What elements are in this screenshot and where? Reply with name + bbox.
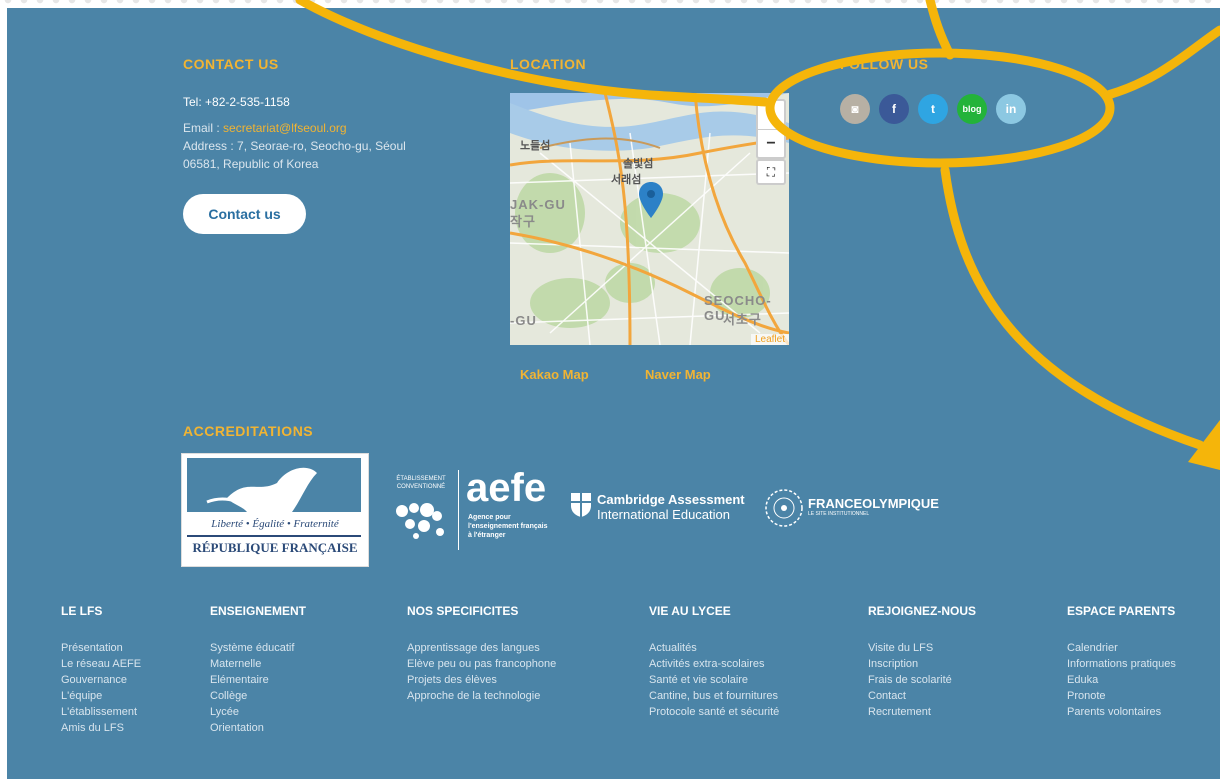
- map-pin-icon[interactable]: [639, 182, 663, 218]
- world-map-icon: [396, 503, 444, 539]
- top-dotted-border: [0, 0, 1220, 8]
- footer-link[interactable]: Frais de scolarité: [868, 672, 952, 688]
- follow-heading: FOLLOW US: [840, 56, 929, 72]
- twitter-icon[interactable]: t: [918, 94, 948, 124]
- footer-link[interactable]: Inscription: [868, 656, 952, 672]
- footer-link[interactable]: Eduka: [1067, 672, 1176, 688]
- footer-col-title-vie-au-lycee[interactable]: VIE AU LYCEE: [649, 604, 731, 618]
- footer-link[interactable]: Calendrier: [1067, 640, 1176, 656]
- franceolympique-logo[interactable]: FRANCEOLYMPIQUE LE SITE INSTITUTIONNEL: [764, 486, 944, 536]
- map-label-jakgu-kr: 작구: [510, 214, 536, 229]
- footer-link[interactable]: Le réseau AEFE: [61, 656, 141, 672]
- map-label-gu: -GU: [510, 313, 537, 328]
- map-label-nodeulseom: 노들섬: [520, 140, 551, 152]
- footer-link[interactable]: Présentation: [61, 640, 141, 656]
- republique-francaise-logo[interactable]: Liberté • Égalité • Fraternité RÉPUBLIQU…: [181, 453, 369, 567]
- leaflet-attribution[interactable]: Leaflet: [750, 334, 789, 345]
- fullscreen-icon[interactable]: ⛶: [756, 159, 786, 185]
- map-label-seocho-kr: 서초구: [723, 312, 762, 327]
- footer-link[interactable]: Recrutement: [868, 704, 952, 720]
- footer-link[interactable]: Orientation: [210, 720, 294, 736]
- footer-col-title-rejoignez-nous[interactable]: REJOIGNEZ-NOUS: [868, 604, 976, 618]
- aefe-sub3: à l'étranger: [468, 532, 506, 539]
- footer-link[interactable]: Elève peu ou pas francophone: [407, 656, 556, 672]
- aefe-wordmark: aefe: [466, 466, 547, 510]
- footer-col-title-lelfs[interactable]: LE LFS: [61, 604, 102, 618]
- footer-link[interactable]: Contact: [868, 688, 952, 704]
- footer-link[interactable]: Amis du LFS: [61, 720, 141, 736]
- footer-link[interactable]: Cantine, bus et fournitures: [649, 688, 779, 704]
- instagram-icon[interactable]: ◙: [840, 94, 870, 124]
- aefe-etablissement: ÉTABLISSEMENT: [396, 476, 446, 482]
- footer-link[interactable]: Pronote: [1067, 688, 1176, 704]
- footer-link[interactable]: Approche de la technologie: [407, 688, 556, 704]
- email-label: Email :: [183, 121, 224, 135]
- footer-col-list-espace-parents: Calendrier Informations pratiques Eduka …: [1067, 640, 1176, 720]
- footer-link[interactable]: Lycée: [210, 704, 294, 720]
- marianne-banner: [187, 458, 361, 512]
- contact-heading: CONTACT US: [183, 56, 279, 72]
- location-map[interactable]: 노들섬 솔빛섬 서래섬 JAK-GU 작구 SEOCHO-GU 서초구 -GU …: [510, 93, 789, 345]
- linkedin-icon[interactable]: in: [996, 94, 1026, 124]
- map-label-jakgu: JAK-GU: [510, 197, 566, 212]
- footer-col-list-nos-specificites: Apprentissage des langues Elève peu ou p…: [407, 640, 556, 704]
- footer-link[interactable]: Elémentaire: [210, 672, 294, 688]
- footer-link[interactable]: Gouvernance: [61, 672, 141, 688]
- contact-us-button[interactable]: Contact us: [183, 194, 306, 234]
- kakao-map-link[interactable]: Kakao Map: [520, 367, 589, 382]
- footer-link[interactable]: Apprentissage des langues: [407, 640, 556, 656]
- olympic-seal-icon: [765, 489, 803, 527]
- location-heading: LOCATION: [510, 56, 587, 72]
- footer-link[interactable]: L'établissement: [61, 704, 141, 720]
- aefe-sub2: l'enseignement français: [468, 523, 548, 530]
- contact-phone: Tel: +82-2-535-1158: [183, 95, 290, 109]
- divider: [187, 535, 361, 537]
- republique-name: RÉPUBLIQUE FRANÇAISE: [192, 540, 358, 555]
- aefe-conventionne: CONVENTIONNÉ: [396, 484, 446, 490]
- cambridge-line1: Cambridge Assessment: [597, 492, 745, 507]
- footer-col-list-enseignement: Système éducatif Maternelle Elémentaire …: [210, 640, 294, 736]
- footer-link[interactable]: Activités extra-scolaires: [649, 656, 779, 672]
- cambridge-line2: International Education: [597, 507, 730, 522]
- footer-link[interactable]: Parents volontaires: [1067, 704, 1176, 720]
- footer-link[interactable]: Système éducatif: [210, 640, 294, 656]
- franceolympique-sub: LE SITE INSTITUTIONNEL: [808, 511, 870, 517]
- footer-link[interactable]: Projets des élèves: [407, 672, 556, 688]
- footer-col-list-vie-au-lycee: Actualités Activités extra-scolaires San…: [649, 640, 779, 720]
- blog-icon[interactable]: blog: [957, 94, 987, 124]
- naver-map-link[interactable]: Naver Map: [645, 367, 711, 382]
- marianne-icon: [206, 467, 317, 512]
- accreditations-heading: ACCREDITATIONS: [183, 423, 314, 439]
- footer-col-list-lelfs: Présentation Le réseau AEFE Gouvernance …: [61, 640, 141, 736]
- footer-col-title-espace-parents[interactable]: ESPACE PARENTS: [1067, 604, 1175, 618]
- footer-col-title-nos-specificites[interactable]: NOS SPECIFICITES: [407, 604, 518, 618]
- footer-link[interactable]: Santé et vie scolaire: [649, 672, 779, 688]
- footer-col-list-rejoignez-nous: Visite du LFS Inscription Frais de scola…: [868, 640, 952, 720]
- aefe-sub1: Agence pour: [468, 514, 511, 521]
- email-link[interactable]: secretariat@lfseoul.org: [223, 121, 347, 135]
- footer-link[interactable]: Actualités: [649, 640, 779, 656]
- footer-link[interactable]: Protocole santé et sécurité: [649, 704, 779, 720]
- footer-link[interactable]: Collège: [210, 688, 294, 704]
- footer-col-title-enseignement[interactable]: ENSEIGNEMENT: [210, 604, 306, 618]
- footer-link[interactable]: Maternelle: [210, 656, 294, 672]
- zoom-in-button[interactable]: +: [758, 101, 784, 129]
- aefe-divider: [458, 470, 459, 550]
- cambridge-logo[interactable]: Cambridge Assessment International Educa…: [570, 490, 760, 530]
- zoom-out-button[interactable]: −: [758, 129, 784, 158]
- site-footer: CONTACT US Tel: +82-2-535-1158 Email : s…: [7, 8, 1220, 779]
- footer-link[interactable]: Visite du LFS: [868, 640, 952, 656]
- footer-link[interactable]: L'équipe: [61, 688, 141, 704]
- facebook-icon[interactable]: f: [879, 94, 909, 124]
- map-label-seoraeseom: 서래섬: [611, 174, 642, 186]
- contact-address-line2: 06581, Republic of Korea: [183, 157, 319, 171]
- franceolympique-wordmark: FRANCEOLYMPIQUE: [808, 496, 939, 511]
- map-zoom-control: + −: [756, 99, 786, 159]
- footer-link[interactable]: Informations pratiques: [1067, 656, 1176, 672]
- aefe-logo[interactable]: ÉTABLISSEMENT CONVENTIONNÉ aefe Agence p…: [382, 466, 562, 556]
- republique-motto: Liberté • Égalité • Fraternité: [211, 518, 339, 530]
- cambridge-shield-icon: [571, 493, 591, 517]
- map-label-solbitseom: 솔빛섬: [623, 158, 654, 170]
